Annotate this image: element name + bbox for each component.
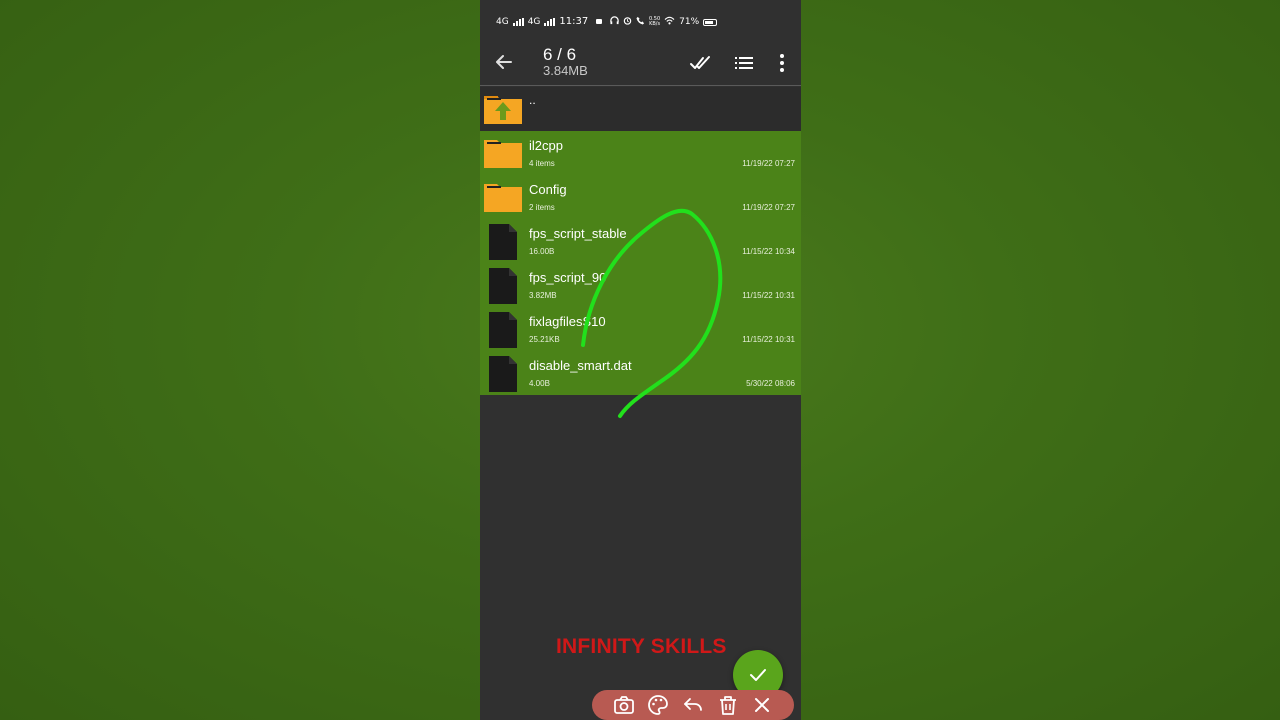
list-view-icon[interactable]: [732, 51, 756, 75]
item-name: Config: [529, 182, 567, 197]
palette-icon[interactable]: [647, 694, 669, 716]
select-all-icon[interactable]: [689, 51, 713, 75]
wifi-icon: [664, 16, 675, 28]
signal-icon: [512, 17, 524, 26]
item-meta: 25.21KB: [529, 335, 560, 344]
folder-icon: [483, 181, 523, 213]
item-date: 11/19/22 07:27: [742, 203, 795, 212]
phone-screen: 4G 4G 11:37 0.50 KB/s 71% 6 / 6 3.84MB .…: [480, 0, 801, 720]
camera-icon[interactable]: [613, 694, 635, 716]
more-vert-icon[interactable]: [770, 51, 794, 75]
annotation-toolbar: [592, 690, 794, 720]
alarm-icon: [623, 16, 632, 28]
signal-icon: [544, 17, 556, 26]
file-icon: [488, 223, 518, 261]
list-item[interactable]: il2cpp 4 items 11/19/22 07:27: [480, 131, 801, 175]
list-item[interactable]: disable_smart.dat 4.00B 5/30/22 08:06: [480, 351, 801, 395]
folder-up-icon: [483, 93, 523, 125]
back-arrow-icon[interactable]: [492, 50, 516, 74]
selection-toolbar: 6 / 6 3.84MB: [480, 40, 801, 86]
item-date: 5/30/22 08:06: [746, 379, 795, 388]
list-item[interactable]: Config 2 items 11/19/22 07:27: [480, 175, 801, 219]
item-name: fps_script_90: [529, 270, 607, 285]
item-date: 11/15/22 10:34: [742, 247, 795, 256]
folder-icon: [483, 137, 523, 169]
item-date: 11/19/22 07:27: [742, 159, 795, 168]
item-date: 11/15/22 10:31: [742, 335, 795, 344]
file-icon: [488, 311, 518, 349]
battery-icon: [703, 18, 718, 26]
parent-label: ..: [529, 93, 536, 107]
selection-size: 3.84MB: [543, 63, 588, 78]
item-name: fps_script_stable: [529, 226, 627, 241]
status-bar: 4G 4G 11:37 0.50 KB/s 71%: [480, 0, 801, 40]
network-label-2: 4G: [527, 16, 541, 27]
item-meta: 16.00B: [529, 247, 555, 256]
item-meta: 3.82MB: [529, 291, 557, 300]
undo-icon[interactable]: [682, 694, 704, 716]
battery-percent: 71%: [679, 17, 700, 27]
file-list: .. il2cpp 4 items 11/19/22 07:27 Config …: [480, 87, 801, 395]
item-meta: 4 items: [529, 159, 555, 168]
file-icon: [488, 355, 518, 393]
data-speed: 0.50 KB/s: [649, 16, 661, 27]
parent-folder-row[interactable]: ..: [480, 87, 801, 131]
network-label-1: 4G: [496, 16, 509, 27]
item-name: disable_smart.dat: [529, 358, 632, 373]
close-icon[interactable]: [751, 694, 773, 716]
wifi-call-icon: [636, 16, 645, 28]
file-icon: [488, 267, 518, 305]
list-item[interactable]: fps_script_90 3.82MB 11/15/22 10:31: [480, 263, 801, 307]
list-item[interactable]: fixlagfilesS10 25.21KB 11/15/22 10:31: [480, 307, 801, 351]
status-left: 4G 4G 11:37: [496, 16, 603, 27]
item-name: fixlagfilesS10: [529, 314, 606, 329]
status-right: 0.50 KB/s 71%: [610, 16, 718, 28]
trash-icon[interactable]: [717, 694, 739, 716]
video-record-icon: [596, 19, 603, 24]
item-date: 11/15/22 10:31: [742, 291, 795, 300]
item-meta: 4.00B: [529, 379, 550, 388]
headphones-icon: [610, 16, 619, 28]
watermark-text: INFINITY SKILLS: [556, 635, 727, 658]
item-meta: 2 items: [529, 203, 555, 212]
selection-count: 6 / 6: [543, 45, 577, 64]
list-item[interactable]: fps_script_stable 16.00B 11/15/22 10:34: [480, 219, 801, 263]
clock: 11:37: [559, 16, 589, 27]
check-icon: [750, 669, 766, 681]
item-name: il2cpp: [529, 138, 563, 153]
